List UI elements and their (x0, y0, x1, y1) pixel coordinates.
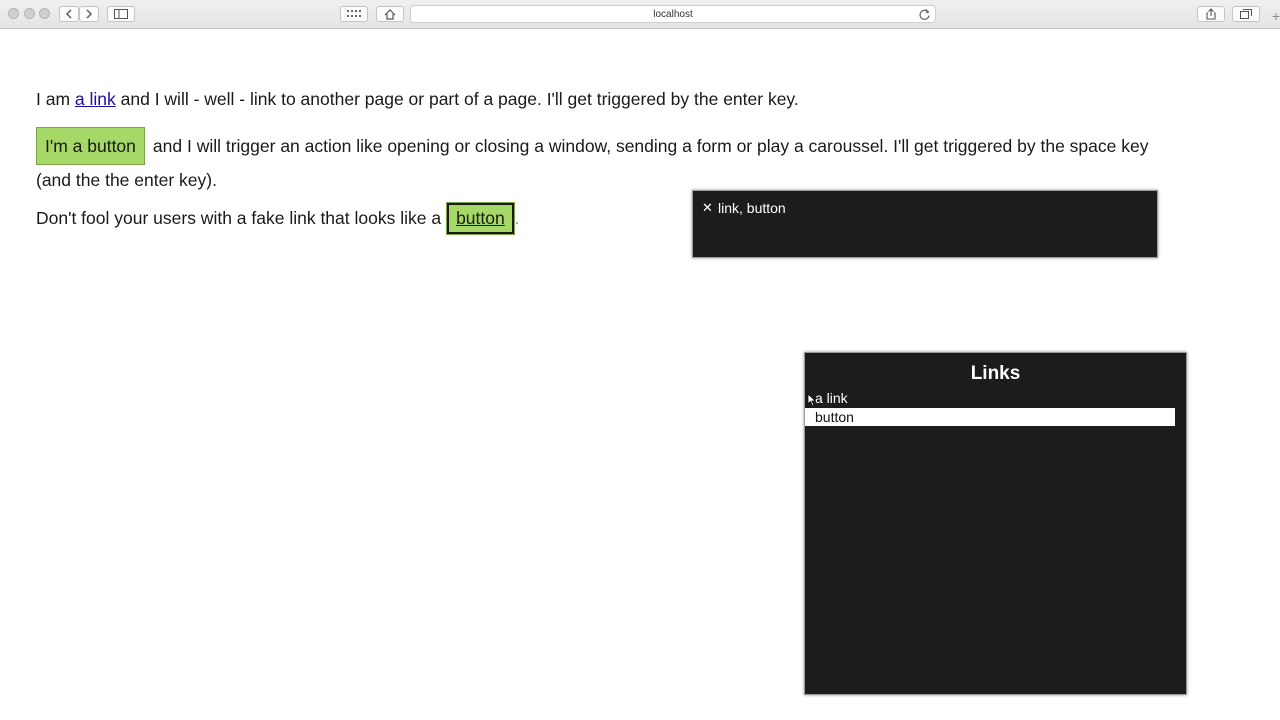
home-button[interactable] (376, 6, 404, 22)
paragraph-fake-link: Don't fool your users with a fake link t… (36, 201, 520, 235)
top-sites-button[interactable] (340, 6, 368, 22)
grid-icon (347, 10, 361, 17)
fake-link-button[interactable]: button (446, 201, 515, 235)
paragraph-link: I am a link and I will - well - link to … (36, 84, 799, 114)
minimize-window-button[interactable] (24, 8, 35, 19)
demo-button[interactable]: I'm a button (36, 127, 145, 165)
address-bar[interactable]: localhost (410, 5, 936, 23)
tabs-button[interactable] (1232, 6, 1260, 22)
home-icon (384, 8, 396, 20)
url-text: localhost (653, 8, 693, 20)
caption-text: link, button (718, 200, 786, 216)
rotor-item-button-selected[interactable]: button (805, 408, 1175, 426)
chevron-right-icon (86, 9, 92, 19)
sidebar-button[interactable] (107, 6, 135, 22)
reload-icon[interactable] (918, 8, 931, 21)
rotor-item-a-link[interactable]: a link (815, 389, 848, 407)
close-icon[interactable]: ✕ (702, 200, 713, 216)
chevron-left-icon (66, 9, 72, 19)
voiceover-rotor-panel: Links a link button (804, 352, 1187, 695)
voiceover-caption-panel: ✕ link, button (692, 190, 1158, 258)
close-window-button[interactable] (8, 8, 19, 19)
p1-before: I am (36, 89, 75, 109)
mouse-pointer-icon (807, 393, 817, 407)
share-button[interactable] (1197, 6, 1225, 22)
sidebar-icon (114, 9, 128, 19)
tabs-icon (1240, 9, 1252, 19)
rotor-title: Links (970, 363, 1021, 384)
share-icon (1206, 8, 1216, 20)
paragraph-button: I'm a button and I will trigger an actio… (36, 127, 1236, 195)
new-tab-button[interactable]: + (1272, 9, 1280, 23)
forward-button[interactable] (79, 6, 99, 22)
p1-after: and I will - well - link to another page… (115, 89, 799, 109)
p3-after: . (514, 208, 520, 228)
p2-after: and I will trigger an action like openin… (152, 136, 1149, 156)
p3-before: Don't fool your users with a fake link t… (36, 208, 442, 228)
plus-icon: + (1271, 8, 1280, 24)
demo-link[interactable]: a link (75, 89, 116, 109)
back-button[interactable] (59, 6, 79, 22)
browser-toolbar: localhost + (0, 0, 1280, 29)
zoom-window-button[interactable] (39, 8, 50, 19)
